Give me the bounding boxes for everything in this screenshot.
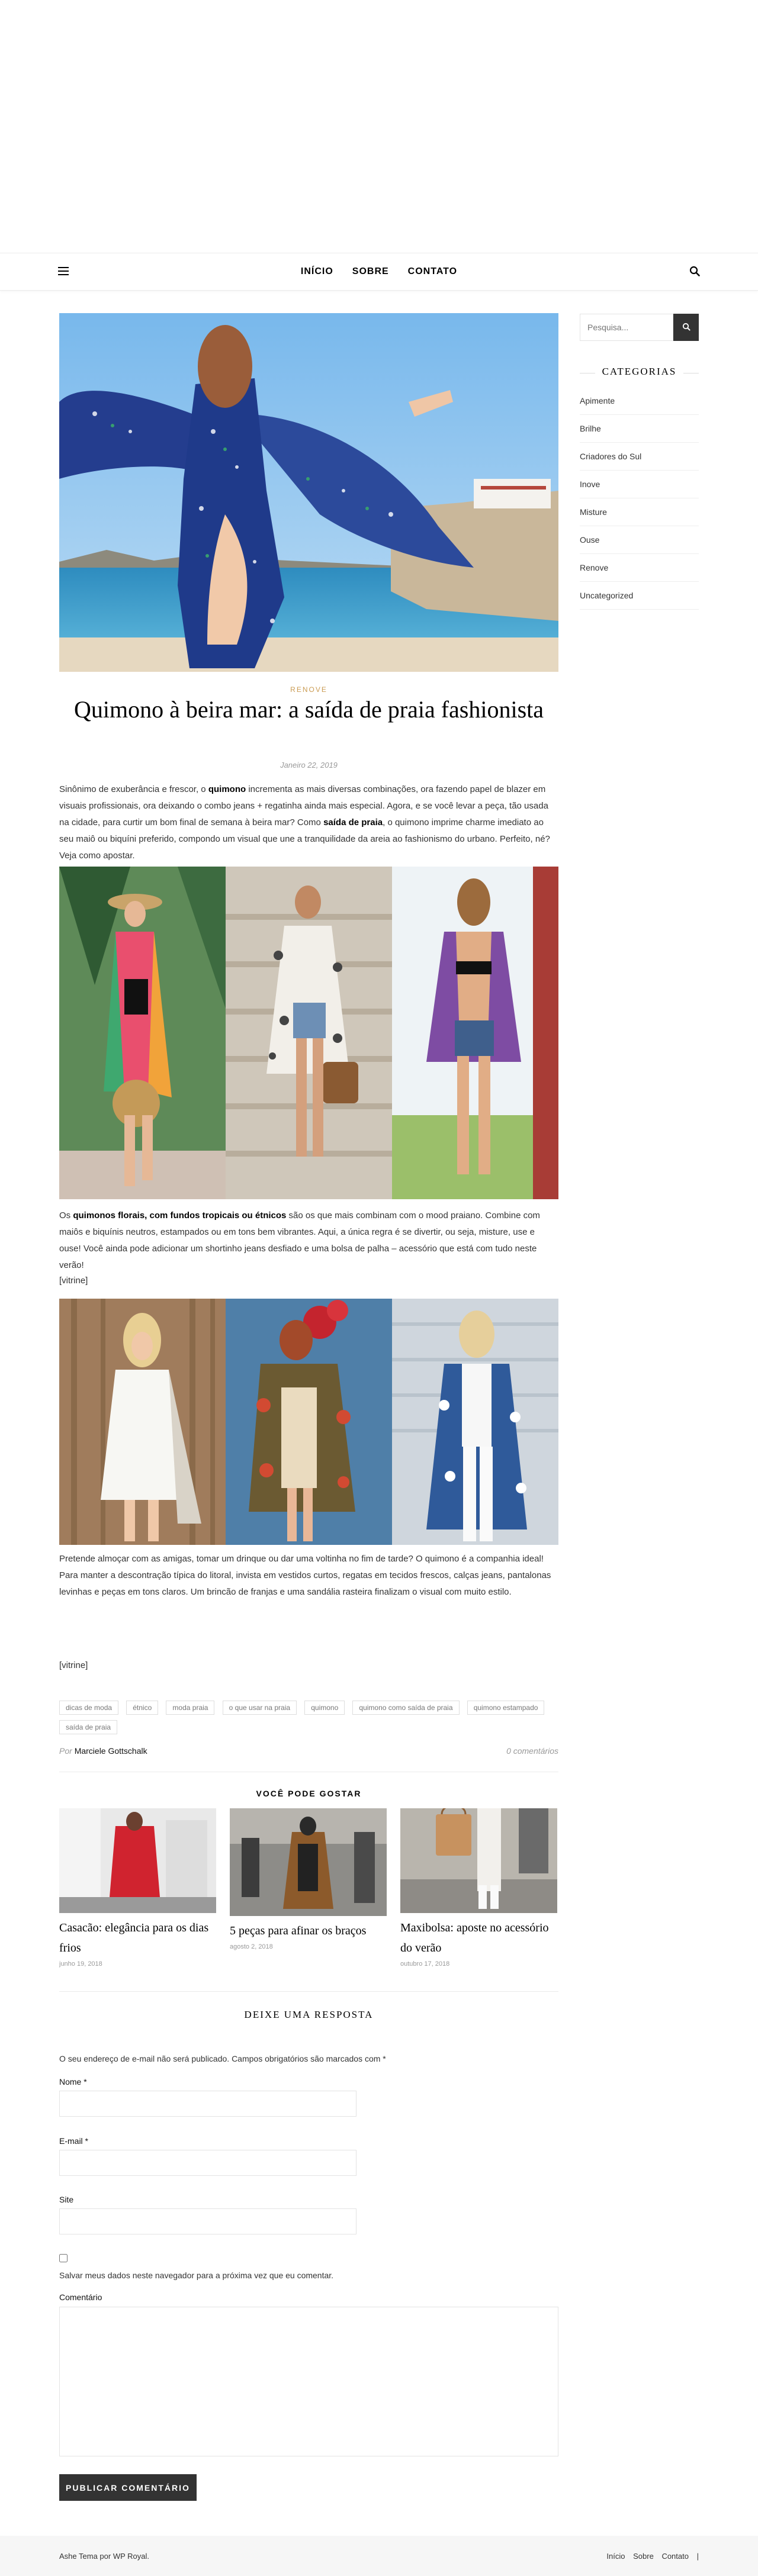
tag-link[interactable]: saída de praia xyxy=(59,1720,118,1734)
form-notice: O seu endereço de e-mail não será public… xyxy=(59,2054,386,2063)
post-paragraph-2: Os quimonos florais, com fundos tropicai… xyxy=(59,1210,540,1270)
submit-comment-button[interactable]: PUBLICAR COMENTÁRIO xyxy=(59,2474,197,2501)
reply-title: DEIXE UMA RESPOSTA xyxy=(244,2009,374,2020)
category-link[interactable]: Uncategorized xyxy=(580,582,699,610)
related-post-thumbnail[interactable] xyxy=(400,1808,557,1913)
related-posts-title: VOCÊ PODE GOSTAR xyxy=(256,1789,362,1798)
comment-label: Comentário xyxy=(59,2292,102,2302)
footer-credit-period: . xyxy=(147,2552,149,2561)
site-field[interactable] xyxy=(59,2208,356,2234)
categories-widget-title: CATEGORIAS xyxy=(602,366,677,377)
related-post: 5 peças para afinar os braços agosto 2, … xyxy=(230,1808,387,1950)
post-meta: Por Marciele Gottschalk 0 comentários xyxy=(59,1746,558,1756)
name-field[interactable] xyxy=(59,2091,356,2117)
tag-link[interactable]: o que usar na praia xyxy=(222,1701,297,1715)
comments-count-link[interactable]: 0 comentários xyxy=(506,1746,558,1756)
related-post-date: junho 19, 2018 xyxy=(59,1960,102,1968)
author-prefix: Por xyxy=(59,1746,72,1756)
sidebar-search-input[interactable] xyxy=(580,314,673,341)
related-post-date: outubro 17, 2018 xyxy=(400,1960,450,1968)
post-intro-paragraph: Sinônimo de exuberância e frescor, o qui… xyxy=(59,784,550,861)
related-post-thumbnail[interactable] xyxy=(230,1808,387,1916)
category-link[interactable]: Ouse xyxy=(580,526,699,554)
save-details-label: Salvar meus dados neste navegador para a… xyxy=(59,2271,334,2280)
footer-menu: Início Sobre Contato | xyxy=(600,2552,699,2561)
comment-textarea[interactable] xyxy=(59,2307,558,2456)
post-tags: dicas de moda étnico moda praia o que us… xyxy=(59,1701,558,1740)
categories-list: Apimente Brilhe Criadores do Sul Inove M… xyxy=(580,387,699,610)
related-post-title[interactable]: Casacão: elegância para os dias frios xyxy=(59,1918,216,1958)
related-post: Maxibolsa: aposte no acessório do verão … xyxy=(400,1808,557,1968)
save-details-checkbox[interactable] xyxy=(59,2254,68,2262)
footer-separator: | xyxy=(696,2552,699,2561)
nav-item-inicio[interactable]: INÍCIO xyxy=(301,253,333,290)
tag-link[interactable]: étnico xyxy=(126,1701,159,1715)
main-menu: INÍCIO SOBRE CONTATO xyxy=(0,253,758,290)
post-image-row-2 xyxy=(59,1299,558,1545)
nav-item-sobre[interactable]: SOBRE xyxy=(352,253,389,290)
author-link[interactable]: Marciele Gottschalk xyxy=(75,1746,147,1756)
post-paragraph-3: Pretende almoçar com as amigas, tomar um… xyxy=(59,1554,551,1597)
vitrine-placeholder-2: [vitrine] xyxy=(59,1660,88,1670)
category-link[interactable]: Renove xyxy=(580,554,699,582)
tag-link[interactable]: quimono xyxy=(304,1701,345,1715)
footer: Ashe Tema por WP Royal. Início Sobre Con… xyxy=(0,2536,758,2576)
related-post-date: agosto 2, 2018 xyxy=(230,1943,273,1950)
footer-link-inicio[interactable]: Início xyxy=(606,2552,625,2561)
category-link[interactable]: Inove xyxy=(580,471,699,498)
vitrine-placeholder-1: [vitrine] xyxy=(59,1276,88,1286)
theme-author-link[interactable]: WP Royal xyxy=(113,2552,147,2561)
email-field[interactable] xyxy=(59,2150,356,2176)
category-link[interactable]: Brilhe xyxy=(580,415,699,443)
featured-image xyxy=(59,313,558,672)
footer-link-sobre[interactable]: Sobre xyxy=(633,2552,654,2561)
name-label: Nome * xyxy=(59,2077,87,2086)
sidebar-search-button[interactable] xyxy=(673,314,699,341)
search-icon xyxy=(682,323,690,331)
tag-link[interactable]: moda praia xyxy=(166,1701,215,1715)
divider xyxy=(59,1991,558,1992)
category-link[interactable]: Misture xyxy=(580,498,699,526)
post-category-link[interactable]: RENOVE xyxy=(59,685,558,694)
tag-link[interactable]: quimono como saída de praia xyxy=(352,1701,460,1715)
post-title: Quimono à beira mar: a saída de praia fa… xyxy=(73,696,544,723)
nav-item-contato[interactable]: CONTATO xyxy=(408,253,457,290)
post-date: Janeiro 22, 2019 xyxy=(280,761,338,769)
footer-link-contato[interactable]: Contato xyxy=(661,2552,689,2561)
related-post: Casacão: elegância para os dias frios ju… xyxy=(59,1808,216,1968)
category-link[interactable]: Criadores do Sul xyxy=(580,443,699,471)
related-post-title[interactable]: 5 peças para afinar os braços xyxy=(230,1921,387,1941)
search-icon[interactable] xyxy=(689,266,700,276)
related-post-thumbnail[interactable] xyxy=(59,1808,216,1913)
related-post-title[interactable]: Maxibolsa: aposte no acessório do verão xyxy=(400,1918,557,1958)
email-label: E-mail * xyxy=(59,2136,89,2146)
post-image-row-1 xyxy=(59,867,558,1199)
site-label: Site xyxy=(59,2195,74,2204)
main-navigation: INÍCIO SOBRE CONTATO xyxy=(0,253,758,291)
tag-link[interactable]: dicas de moda xyxy=(59,1701,119,1715)
footer-credit: Ashe Tema por WP Royal. xyxy=(59,2552,149,2561)
tag-link[interactable]: quimono estampado xyxy=(467,1701,545,1715)
category-link[interactable]: Apimente xyxy=(580,387,699,415)
footer-credit-text: Ashe Tema por xyxy=(59,2552,113,2561)
